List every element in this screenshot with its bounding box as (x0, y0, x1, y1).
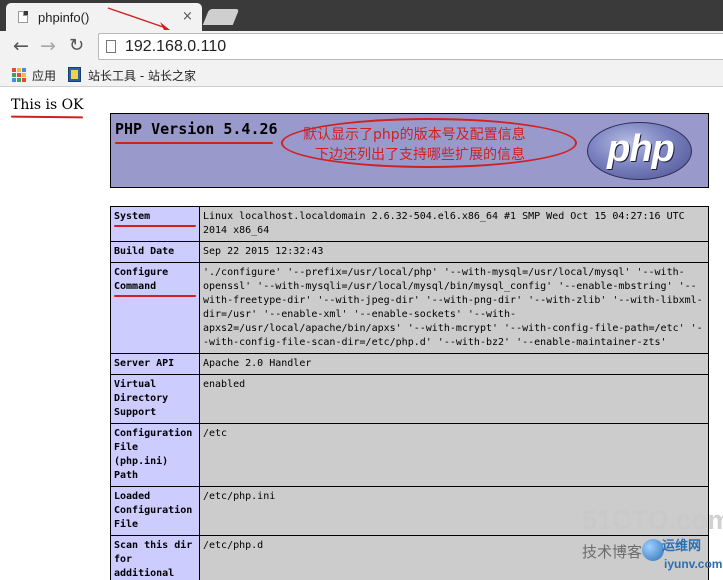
bookmark-apps[interactable]: 应用 (32, 67, 56, 84)
row-value: Linux localhost.localdomain 2.6.32-504.e… (199, 206, 709, 242)
new-tab-button[interactable] (202, 9, 240, 25)
php-version-title: PHP Version 5.4.26 (115, 120, 278, 138)
row-value: Apache 2.0 Handler (199, 353, 709, 375)
tab-title: phpinfo() (38, 10, 90, 25)
annotation-text-line2: 下边还列出了支持哪些扩展的信息 (315, 147, 525, 163)
annotation-underline (114, 225, 196, 227)
annotation-text-line1: 默认显示了php的版本号及配置信息 (303, 127, 526, 143)
row-key: Scan this dir for additional .ini files (110, 535, 200, 580)
annotation-underline (10, 115, 84, 119)
php-logo-text: php (607, 128, 675, 170)
table-row: Loaded Configuration File /etc/php.ini (110, 486, 709, 536)
table-row: Scan this dir for additional .ini files … (110, 535, 709, 580)
table-row: Configure Command './configure' '--prefi… (110, 262, 709, 354)
row-value: enabled (199, 374, 709, 424)
row-value: /etc/php.ini (199, 486, 709, 536)
address-url[interactable]: 192.168.0.110 (125, 38, 226, 56)
row-value: Sep 22 2015 12:32:43 (199, 241, 709, 263)
row-key: Build Date (110, 241, 200, 263)
apps-grid-icon[interactable] (12, 68, 26, 82)
table-row: System Linux localhost.localdomain 2.6.3… (110, 206, 709, 242)
bookmarks-bar: 应用 站长工具 - 站长之家 (0, 63, 723, 87)
row-key: System (110, 206, 200, 242)
page-favicon-icon (18, 11, 28, 23)
row-key: Virtual Directory Support (110, 374, 200, 424)
row-key: Loaded Configuration File (110, 486, 200, 536)
php-version-header: PHP Version 5.4.26 默认显示了php的版本号及配置信息 下边还… (110, 113, 709, 188)
forward-arrow-icon[interactable]: → (40, 35, 56, 57)
page-info-icon[interactable] (106, 40, 116, 53)
site-favicon-icon[interactable] (68, 67, 81, 82)
page-content: This is OK PHP Version 5.4.26 默认显示了php的版… (0, 87, 723, 580)
bookmark-site-tools[interactable]: 站长工具 - 站长之家 (88, 67, 196, 84)
row-value: /etc (199, 423, 709, 487)
annotation-underline (114, 295, 196, 297)
php-logo-icon: php (587, 122, 692, 180)
annotation-arrow-icon (107, 7, 170, 30)
php-info-table: System Linux localhost.localdomain 2.6.3… (110, 206, 709, 580)
annotation-underline (115, 142, 273, 144)
table-row: Virtual Directory Support enabled (110, 374, 709, 424)
ok-message: This is OK (11, 97, 84, 113)
table-row: Build Date Sep 22 2015 12:32:43 (110, 241, 709, 263)
reload-icon[interactable]: ↻ (69, 35, 84, 57)
row-key: Configuration File (php.ini) Path (110, 423, 200, 487)
table-row: Configuration File (php.ini) Path /etc (110, 423, 709, 487)
row-key: Server API (110, 353, 200, 375)
browser-titlebar: phpinfo() × (0, 0, 723, 31)
table-row: Server API Apache 2.0 Handler (110, 353, 709, 375)
address-bar[interactable]: 192.168.0.110 (98, 33, 723, 60)
browser-toolbar: ← → ↻ 192.168.0.110 (0, 31, 723, 63)
row-key: Configure Command (110, 262, 200, 354)
back-arrow-icon[interactable]: ← (13, 35, 29, 57)
tab-close-icon[interactable]: × (182, 9, 193, 24)
row-value: /etc/php.d (199, 535, 709, 580)
row-value: './configure' '--prefix=/usr/local/php' … (199, 262, 709, 354)
